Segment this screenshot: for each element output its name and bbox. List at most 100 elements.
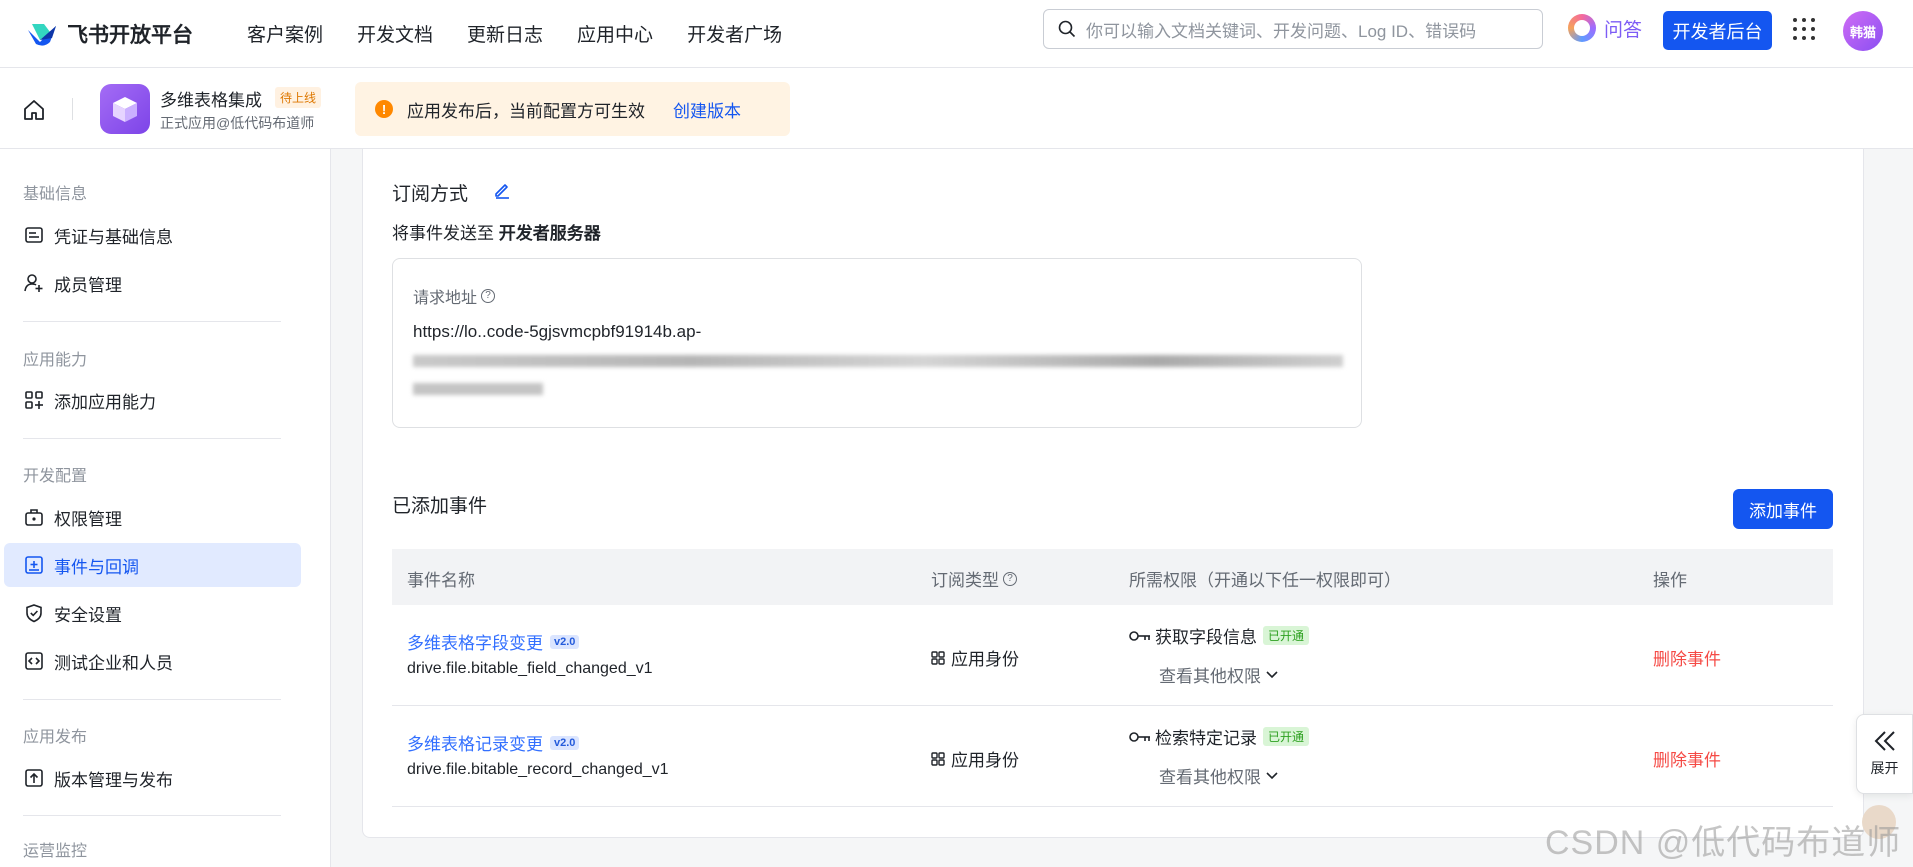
- request-url-label: 请求地址 ?: [413, 284, 496, 308]
- add-event-button[interactable]: 添加事件: [1733, 489, 1833, 529]
- subscription-type-label: 应用身份: [951, 650, 1019, 669]
- sidebar-item-security[interactable]: 安全设置: [4, 591, 301, 635]
- app-grid-icon: [931, 751, 945, 766]
- sidebar-item-label: 事件与回调: [54, 557, 139, 577]
- sidebar-group-monitoring: 运营监控: [23, 843, 88, 860]
- event-key: drive.file.bitable_record_changed_v1: [407, 761, 669, 778]
- subscription-type-label: 应用身份: [951, 751, 1019, 770]
- version-badge: v2.0: [550, 634, 580, 649]
- permission-status-badge: 已开通: [1263, 626, 1310, 645]
- sidebar-item-label: 安全设置: [54, 605, 122, 625]
- help-icon[interactable]: ?: [1003, 571, 1017, 586]
- sidebar-item-label: 测试企业和人员: [54, 653, 173, 673]
- search-input[interactable]: 你可以输入文档关键词、开发问题、Log ID、错误码: [1043, 9, 1543, 49]
- table-header: 事件名称 订阅类型 ? 所需权限（开通以下任一权限即可） 操作: [392, 549, 1833, 605]
- permission-name: 获取字段信息: [1155, 628, 1257, 647]
- column-header-name: 事件名称: [407, 571, 475, 590]
- sidebar-group-dev-config: 开发配置: [23, 468, 88, 485]
- cube-icon: [113, 97, 137, 122]
- sidebar-item-label: 凭证与基础信息: [54, 227, 173, 247]
- nav-link-docs[interactable]: 开发文档: [357, 20, 433, 47]
- credential-icon: [25, 227, 43, 243]
- app-subtitle: 正式应用@低代码布道师: [160, 115, 315, 131]
- nav-link-app-center[interactable]: 应用中心: [577, 20, 653, 47]
- app-status-badge: 待上线: [275, 87, 322, 108]
- event-name-link[interactable]: 多维表格字段变更 v2.0: [407, 629, 580, 654]
- add-apps-icon: [25, 391, 43, 409]
- feishu-logo[interactable]: 飞书开放平台: [26, 19, 193, 49]
- lock-briefcase-icon: [25, 509, 43, 526]
- sidebar-item-label: 添加应用能力: [54, 392, 156, 412]
- shield-icon: [26, 604, 42, 623]
- sidebar-item-test-tenants[interactable]: 测试企业和人员: [4, 639, 301, 683]
- app-name: 多维表格集成: [160, 91, 262, 110]
- double-chevron-left-icon: [1874, 731, 1895, 751]
- request-url-value: https://lo..code-5gjsvmcpbf91914b.ap-: [413, 322, 702, 341]
- sidebar-item-label: 成员管理: [54, 275, 122, 295]
- events-config-card: 订阅方式 将事件发送至 开发者服务器 请求地址 ? https://lo..co…: [362, 149, 1864, 838]
- send-to-prefix: 将事件发送至: [392, 224, 494, 243]
- sidebar-item-permissions[interactable]: 权限管理: [4, 495, 301, 539]
- user-avatar[interactable]: 韩猫: [1843, 11, 1883, 51]
- divider: [23, 438, 281, 439]
- app-icon: [100, 84, 150, 134]
- sidebar-item-members[interactable]: 成员管理: [4, 261, 301, 305]
- developer-console-button[interactable]: 开发者后台: [1663, 11, 1772, 50]
- nav-link-dev-plaza[interactable]: 开发者广场: [687, 20, 782, 47]
- send-to-text: 将事件发送至 开发者服务器: [392, 219, 601, 244]
- column-header-type: 订阅类型 ?: [931, 566, 1017, 591]
- event-key: drive.file.bitable_field_changed_v1: [407, 660, 653, 677]
- view-other-permissions-label: 查看其他权限: [1159, 768, 1261, 787]
- expand-panel-button[interactable]: 展开: [1856, 714, 1913, 794]
- sidebar-item-versions[interactable]: 版本管理与发布: [4, 756, 301, 800]
- nav-link-changelog[interactable]: 更新日志: [467, 20, 543, 47]
- feishu-logo-icon: [28, 23, 56, 46]
- expand-label: 展开: [1870, 760, 1899, 776]
- home-icon[interactable]: [22, 98, 46, 122]
- delete-event-button[interactable]: 删除事件: [1653, 746, 1721, 771]
- version-badge: v2.0: [550, 735, 580, 750]
- view-other-permissions-label: 查看其他权限: [1159, 667, 1261, 686]
- sidebar-item-credentials[interactable]: 凭证与基础信息: [4, 213, 301, 257]
- column-header-type-label: 订阅类型: [931, 571, 999, 590]
- permission: 获取字段信息 已开通: [1129, 623, 1310, 648]
- permission: 检索特定记录 已开通: [1129, 724, 1310, 749]
- key-icon: [1129, 731, 1150, 742]
- create-version-link[interactable]: 创建版本: [673, 97, 741, 122]
- code-icon: [25, 652, 43, 670]
- chevron-down-icon: [1266, 771, 1278, 779]
- nav-link-cases[interactable]: 客户案例: [247, 20, 323, 47]
- ask-button[interactable]: 问答: [1568, 14, 1642, 42]
- apps-grid-icon[interactable]: [1793, 18, 1815, 40]
- view-other-permissions[interactable]: 查看其他权限: [1159, 662, 1279, 687]
- notice-text: 应用发布后，当前配置方可生效: [407, 101, 645, 121]
- request-url-box: 请求地址 ? https://lo..code-5gjsvmcpbf91914b…: [392, 258, 1362, 428]
- column-header-action: 操作: [1653, 571, 1687, 590]
- divider: [23, 815, 281, 816]
- added-events-title: 已添加事件: [392, 496, 488, 517]
- table-row: 多维表格记录变更 v2.0 drive.file.bitable_record_…: [392, 706, 1833, 807]
- sidebar-group-basic: 基础信息: [23, 186, 88, 203]
- permission-name: 检索特定记录: [1155, 729, 1257, 748]
- table-row: 多维表格字段变更 v2.0 drive.file.bitable_field_c…: [392, 605, 1833, 706]
- event-name: 多维表格字段变更: [407, 634, 543, 653]
- subscription-title: 订阅方式: [392, 184, 469, 205]
- member-add-icon: [24, 274, 43, 292]
- help-icon[interactable]: ?: [481, 289, 496, 303]
- warning-icon: !: [375, 100, 393, 118]
- redacted-url: [413, 355, 1343, 367]
- divider: [72, 98, 73, 120]
- url-label-text: 请求地址: [413, 290, 478, 307]
- edit-icon[interactable]: [493, 181, 511, 199]
- divider: [23, 321, 281, 322]
- sidebar-item-label: 版本管理与发布: [54, 770, 173, 790]
- sidebar-item-add-capability[interactable]: 添加应用能力: [4, 378, 301, 422]
- subscription-type: 应用身份: [931, 746, 1019, 771]
- delete-event-button[interactable]: 删除事件: [1653, 645, 1721, 670]
- sidebar-item-events-callbacks[interactable]: 事件与回调: [4, 543, 301, 587]
- chevron-down-icon: [1266, 670, 1278, 678]
- event-name-link[interactable]: 多维表格记录变更 v2.0: [407, 730, 580, 755]
- view-other-permissions[interactable]: 查看其他权限: [1159, 763, 1279, 788]
- app-grid-icon: [931, 650, 945, 665]
- column-header-permission: 所需权限（开通以下任一权限即可）: [1129, 571, 1401, 590]
